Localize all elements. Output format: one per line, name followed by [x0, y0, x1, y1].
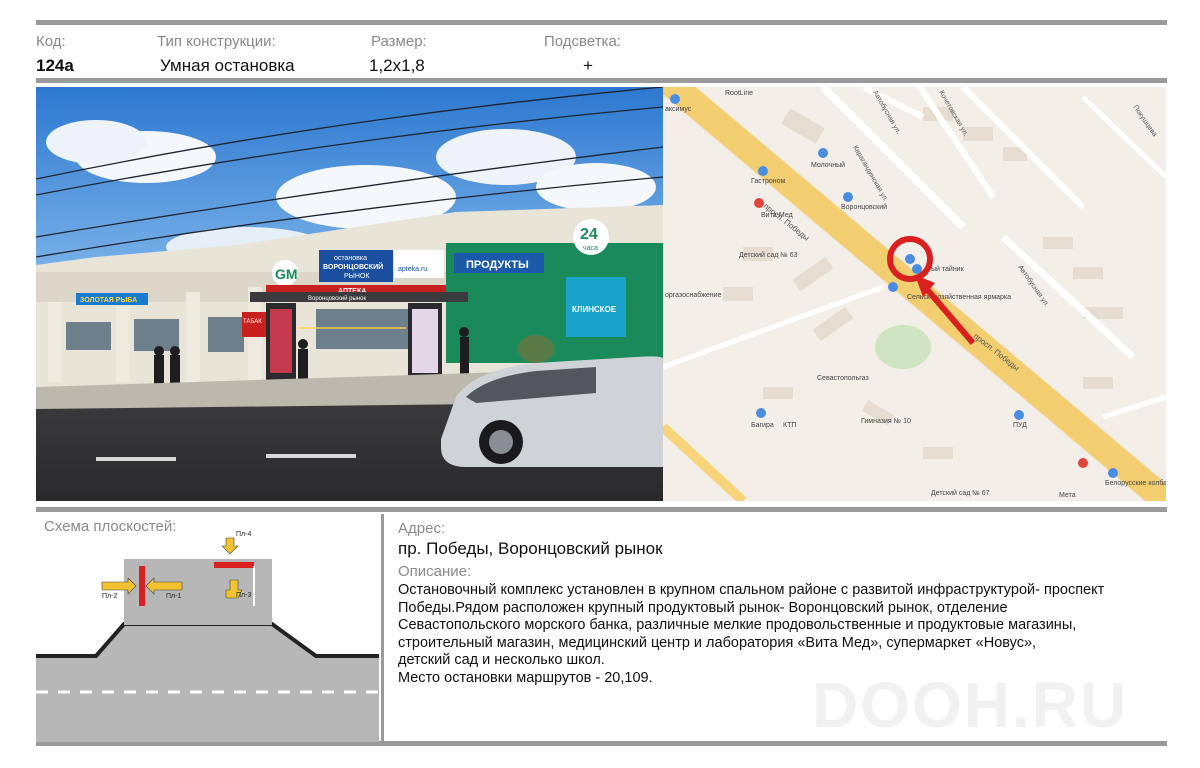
- map-poi-bagira: Багира: [751, 422, 774, 429]
- map-poi-pud: ПУД: [1013, 422, 1027, 429]
- planes-scheme: Схема плоскостей: Пл-2 Пл-1 Пл-3 Пл-4: [36, 516, 379, 742]
- sign-shelter: Воронцовский рынок: [308, 295, 366, 302]
- sign-klinskoe: КЛИНСКОЕ: [572, 305, 617, 314]
- plane-pl4-marker: [214, 562, 254, 568]
- watermark: DOOH.RU: [812, 669, 1129, 741]
- address-value: пр. Победы, Воронцовский рынок: [398, 539, 663, 558]
- plane-pl2-label: Пл-2: [102, 593, 117, 600]
- code-label: Код:: [36, 33, 66, 50]
- size-value: 1,2х1,8: [369, 56, 425, 75]
- location-photo: ПРОДУКТЫ 24 часа КЛИНСКОЕ остановка ВОРО…: [36, 87, 663, 501]
- description-line: Победы.Рядом расположен крупный продукто…: [398, 599, 1008, 616]
- light-label: Подсветка:: [544, 33, 621, 50]
- description-label: Описание:: [398, 563, 472, 580]
- sign-apteka-ru: apteka.ru: [398, 266, 427, 273]
- code-value: 124а: [36, 56, 74, 75]
- type-label: Тип конструкции:: [157, 33, 276, 50]
- svg-text:GM: GM: [275, 266, 298, 282]
- map-poi-sad67: Детский сад № 67: [931, 489, 990, 497]
- plane-pl1-marker: [139, 566, 145, 606]
- size-label: Размер:: [371, 33, 427, 50]
- map-poi-gimnazia: Гимназия № 10: [861, 418, 911, 425]
- sign-24: 24: [580, 226, 598, 243]
- type-value: Умная остановка: [160, 56, 295, 75]
- map-poi-vita-med: Вита-Мед: [761, 212, 793, 219]
- plane-pl1-label: Пл-1: [166, 593, 181, 600]
- map-poi-molochny: Молочный: [811, 161, 845, 169]
- address-label: Адрес:: [398, 520, 446, 537]
- map-poi-belorus: Белорусские колбасы: [1105, 479, 1166, 487]
- description-line: Севастопольского морского банка, различн…: [398, 617, 1077, 633]
- map-poi-gastronom: Гастроном: [751, 178, 786, 185]
- map-poi-meta: Мета: [1059, 492, 1076, 499]
- description-line: детский сад и несколько школ.: [398, 652, 605, 668]
- map-poi-rootline: RootLine: [725, 90, 753, 97]
- section-divider: [381, 514, 384, 744]
- map-poi-ktp: КТП: [783, 422, 796, 429]
- description-line: строительный магазин, медицинский центр …: [398, 634, 1037, 651]
- header-divider: [36, 78, 1167, 83]
- plane-pl4-label: Пл-4: [236, 531, 251, 538]
- sign-24-sub: часа: [583, 245, 598, 252]
- sign-stop-3: РЫНОК: [344, 273, 370, 280]
- map-poi-sevgaz: Севастопольгаз: [817, 375, 869, 382]
- map-poi-sad63: Детский сад № 63: [739, 251, 798, 259]
- sign-stop-1: остановка: [334, 255, 367, 262]
- sign-produkty: ПРОДУКТЫ: [466, 259, 529, 271]
- map-poi-tainik: ый тайник: [931, 265, 965, 273]
- map-poi-maximus: аксимус: [665, 106, 692, 113]
- sign-stop-2: ВОРОНЦОВСКИЙ: [323, 262, 383, 271]
- sign-taban: ТАБАК: [243, 319, 262, 325]
- description-line: Остановочный комплекс установлен в крупн…: [398, 582, 1105, 598]
- location-map: просп. Победы просп. Победы Карагандинск…: [663, 87, 1166, 501]
- sign-zolotaya-ryba: ЗОЛОТАЯ РЫБА: [80, 297, 137, 304]
- mid-divider: [36, 507, 1167, 512]
- map-poi-gorgaz: оргазоснабжение: [665, 291, 722, 299]
- top-divider: [36, 20, 1167, 25]
- map-poi-vorontsovsky: Воронцовский: [841, 203, 887, 211]
- plane-pl3-label: Пл-3: [236, 592, 251, 599]
- light-value: +: [583, 56, 593, 75]
